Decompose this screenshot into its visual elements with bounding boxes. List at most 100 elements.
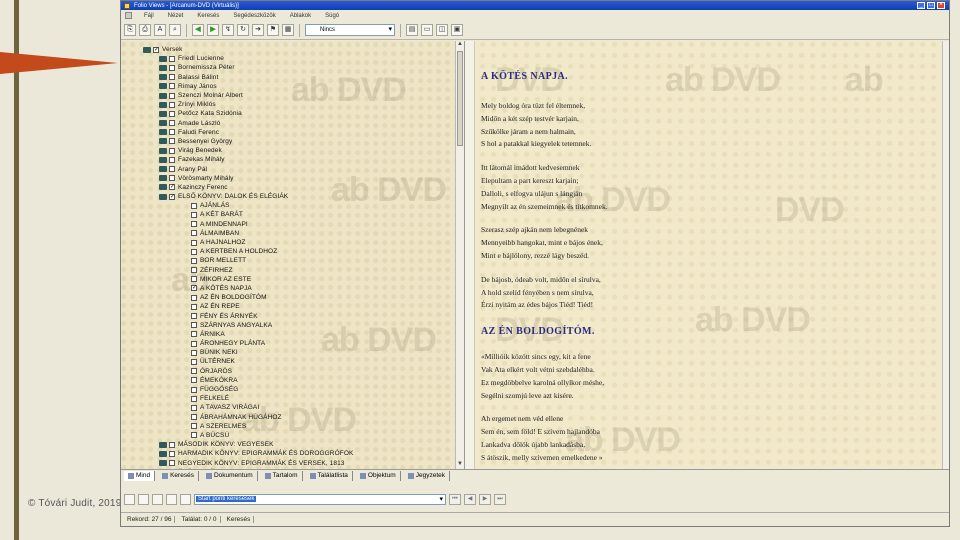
checkbox[interactable] [169,74,175,81]
first-hit-icon[interactable]: ⏮ [449,493,461,505]
hits-list-icon[interactable] [166,493,177,505]
tab-4[interactable]: Találatlista [306,471,353,481]
table-icon[interactable]: ▦ [282,24,294,36]
tab-5[interactable]: Objektum [356,471,401,481]
maximize-button[interactable]: □ [927,2,935,9]
scroll-up-icon[interactable]: ▲ [456,41,464,49]
checkbox[interactable] [191,414,197,421]
tree-item-poet[interactable]: Friedl Lucienne [143,54,353,63]
tree-item-poet[interactable]: Vörösmarty Mihály [143,174,353,183]
font-icon[interactable]: A [154,24,166,36]
tree-item-book[interactable]: MÁSODIK KÖNYV: VEGYESEK [143,440,353,449]
tree-item-poet[interactable]: Balassi Bálint [143,73,353,82]
tree-item-poem[interactable]: A TAVASZ VIRÁGAI [143,403,353,412]
tree-item-poem[interactable]: ZÉFIRHEZ [143,266,353,275]
tree-item-poem[interactable]: ✓ A KÖTÉS NAPJA [143,284,353,293]
tree-item-poem[interactable]: ÜLTÉRNEK [143,357,353,366]
checkbox[interactable] [169,92,175,99]
tree-item-root[interactable]: ✓ Versek [143,45,353,54]
tree-item-poet[interactable]: Bessenyei György [143,137,353,146]
style-select[interactable]: Nincs [305,24,395,36]
tree-item-poem[interactable]: ÁRONHEGY PLÁNTA [143,339,353,348]
tree-item-poet-open[interactable]: ✓ Kazinczy Ferenc [143,183,353,192]
checkbox[interactable]: ✓ [169,193,175,200]
tree-item-book[interactable]: HARMADIK KÖNYV: EPIGRAMMÁK ÉS DOROGGRÓFO… [143,449,353,458]
checkbox[interactable] [191,230,197,237]
checkbox[interactable]: ✓ [191,285,197,292]
tree-item-poem[interactable]: AJÁNLÁS [143,201,353,210]
print-icon[interactable]: ⎙ [139,24,151,36]
tree-item-poem[interactable]: A MINDENNAPI [143,220,353,229]
checkbox[interactable] [169,156,175,163]
checkbox[interactable] [191,294,197,301]
checkbox[interactable] [169,166,175,173]
checkbox[interactable] [191,202,197,209]
checkbox[interactable] [191,239,197,246]
checkbox[interactable] [169,175,175,182]
tree-item-poem[interactable]: FÜGGÖSÉG [143,385,353,394]
tree-item-poem[interactable]: FÉNY ÉS ÁRNYÉK [143,311,353,320]
minimize-button[interactable]: _ [917,2,925,9]
tree-item-poem[interactable]: AZ ÉN REPE [143,302,353,311]
tree-item-poem[interactable]: FELKELÉ [143,394,353,403]
checkbox[interactable] [191,404,197,411]
tree-item-poet[interactable]: Fazekas Mihály [143,155,353,164]
tree-item-poem[interactable]: ÓRJARÓS [143,367,353,376]
tree-item-poem[interactable]: ÁLMAIMBAN [143,229,353,238]
checkbox[interactable] [191,377,197,384]
group-icon[interactable]: ▣ [451,24,463,36]
forward-icon[interactable]: ▶ [207,24,219,36]
menu-help[interactable]: Súgó [323,13,341,19]
next-hit-icon[interactable]: ▶ [479,493,491,505]
menu-view[interactable]: Nézet [166,13,186,19]
document-scrollbar[interactable] [942,41,949,469]
tree-item-poem[interactable]: ÁRNIKA [143,330,353,339]
scroll-down-icon[interactable]: ▼ [456,461,464,469]
checkbox[interactable] [169,55,175,62]
checkbox[interactable]: ✓ [153,46,159,53]
checkbox[interactable] [191,211,197,218]
tab-2[interactable]: Dokumentum [202,471,258,481]
checkbox[interactable] [169,129,175,136]
tree-item-poem[interactable]: ÁBRAHÁMNAK HÚGÁHOZ [143,413,353,422]
checkbox[interactable] [191,322,197,329]
advanced-query-icon[interactable] [138,493,149,505]
checkbox[interactable] [169,460,175,467]
query-input[interactable]: Start ponti keresések [194,493,446,505]
checkbox[interactable] [191,386,197,393]
checkbox[interactable] [169,83,175,90]
tree-item-poem[interactable]: ÉMEKÓKRA [143,376,353,385]
document-icon[interactable] [125,12,132,19]
tab-0[interactable]: Mind [124,471,156,481]
checkbox[interactable] [169,138,175,145]
checkbox[interactable] [191,423,197,430]
tab-6[interactable]: Jegyzetek [404,471,451,481]
copy-icon[interactable]: ⎘ [124,24,136,36]
menu-windows[interactable]: Ablakok [288,13,313,19]
previous-hit-icon[interactable]: ◀ [464,493,476,505]
back-icon[interactable]: ◀ [192,24,204,36]
checkbox[interactable] [169,120,175,127]
clear-query-icon[interactable] [152,493,163,505]
note-icon[interactable]: ▭ [421,24,433,36]
tree-item-poet[interactable]: Szenczi Molnár Albert [143,91,353,100]
jump-icon[interactable]: ➜ [252,24,264,36]
query-icon[interactable] [124,493,135,505]
checkbox[interactable] [191,257,197,264]
tree-scrollbar[interactable]: ▲ ▼ [455,41,464,469]
checkbox[interactable] [191,358,197,365]
checkbox[interactable] [191,331,197,338]
checkbox[interactable] [191,248,197,255]
tree-item-poem[interactable]: BOR MELLETT [143,256,353,265]
tree-item-poem[interactable]: BÚNIK NEKI [143,348,353,357]
tree-item-poem[interactable]: A KERTBEN A HOLDHOZ [143,247,353,256]
menu-search[interactable]: Keresés [195,13,221,19]
tree-item-poem[interactable]: AZ ÉN BOLDOGÍTÓM [143,293,353,302]
tree-item-poet[interactable]: Faludi Ferenc [143,128,353,137]
checkbox[interactable] [191,340,197,347]
hit-count-icon[interactable] [180,493,191,505]
tree-item-poem[interactable]: A SZERELMES [143,422,353,431]
link-icon[interactable]: ↯ [222,24,234,36]
checkbox[interactable] [191,395,197,402]
checkbox[interactable] [169,110,175,117]
